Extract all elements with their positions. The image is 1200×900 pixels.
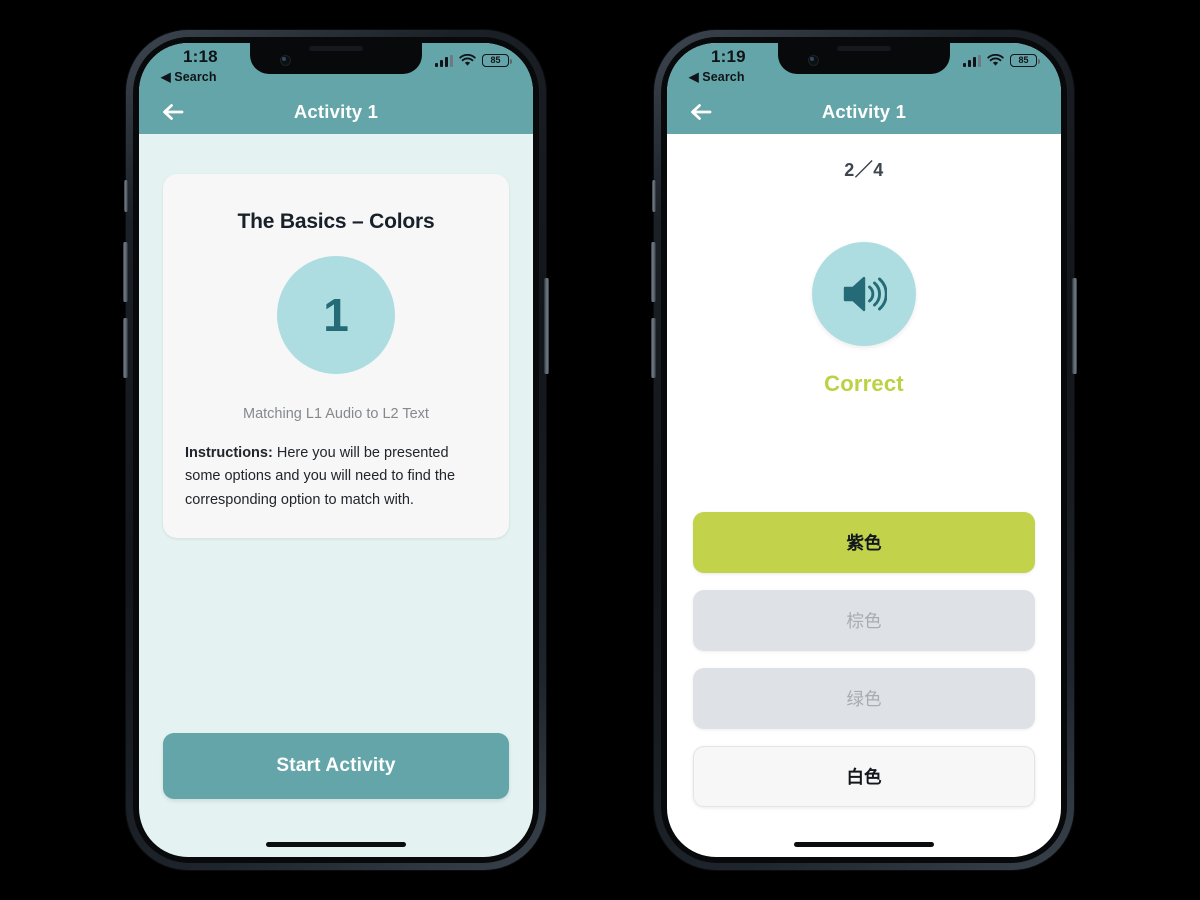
earpiece-speaker-icon: [309, 46, 363, 51]
cellular-bars-icon: [963, 54, 981, 67]
intro-body: The Basics – Colors 1 Matching L1 Audio …: [139, 134, 533, 733]
battery-icon: 85: [1010, 54, 1040, 67]
phone-screen: 1:18 ◀ Search 85 Activity 1 The Basics –…: [139, 43, 533, 857]
speaker-volume-icon[interactable]: [812, 242, 916, 346]
start-activity-button[interactable]: Start Activity: [163, 733, 509, 799]
activity-subtitle: Matching L1 Audio to L2 Text: [243, 406, 429, 422]
volume-up-button[interactable]: [123, 242, 128, 302]
cellular-bars-icon: [435, 54, 453, 67]
back-arrow-icon[interactable]: [685, 96, 717, 128]
battery-level: 85: [490, 55, 501, 65]
device-notch: [250, 43, 422, 74]
mute-switch-button[interactable]: [652, 180, 656, 212]
activity-card: The Basics – Colors 1 Matching L1 Audio …: [163, 174, 509, 539]
volume-down-button[interactable]: [123, 318, 128, 378]
answer-feedback: Correct: [824, 371, 904, 396]
status-back-to-search[interactable]: ◀ Search: [161, 69, 217, 84]
front-camera-icon: [808, 55, 819, 66]
answer-option[interactable]: 白色: [693, 746, 1035, 807]
battery-icon: 85: [482, 54, 512, 67]
volume-down-button[interactable]: [651, 318, 656, 378]
power-button[interactable]: [544, 278, 549, 374]
activity-title: The Basics – Colors: [237, 210, 435, 233]
question-counter: 2／4: [844, 160, 884, 180]
activity-instructions: Instructions: Here you will be presented…: [185, 442, 487, 512]
status-time: 1:18: [183, 47, 218, 66]
home-indicator[interactable]: [266, 842, 406, 847]
answer-option[interactable]: 棕色: [693, 590, 1035, 651]
page-title: Activity 1: [821, 100, 907, 122]
quiz-body: 2／4 Correct 紫色 棕色 绿色 白色: [667, 134, 1061, 857]
home-indicator[interactable]: [794, 842, 934, 847]
answer-option[interactable]: 紫色: [693, 512, 1035, 573]
volume-up-button[interactable]: [651, 242, 656, 302]
nav-bar: Activity 1: [139, 89, 533, 134]
screenshot-stage: 1:18 ◀ Search 85 Activity 1 The Basics –…: [0, 0, 1200, 900]
instructions-label: Instructions:: [185, 445, 273, 461]
answer-option[interactable]: 绿色: [693, 668, 1035, 729]
activity-number-badge: 1: [277, 256, 395, 374]
nav-bar: Activity 1: [667, 89, 1061, 134]
back-arrow-icon[interactable]: [157, 96, 189, 128]
status-indicators: 85: [963, 54, 1040, 67]
screen-content: The Basics – Colors 1 Matching L1 Audio …: [139, 134, 533, 857]
mute-switch-button[interactable]: [124, 180, 128, 212]
battery-level: 85: [1018, 55, 1029, 65]
screen-content: 2／4 Correct 紫色 棕色 绿色 白色: [667, 134, 1061, 857]
phone-intro: 1:18 ◀ Search 85 Activity 1 The Basics –…: [123, 30, 549, 870]
wifi-icon: [459, 54, 476, 66]
power-button[interactable]: [1072, 278, 1077, 374]
front-camera-icon: [280, 55, 291, 66]
phone-quiz: 1:19 ◀ Search 85 Activity 1 2／4 Correct …: [651, 30, 1077, 870]
phone-screen: 1:19 ◀ Search 85 Activity 1 2／4 Correct …: [667, 43, 1061, 857]
status-indicators: 85: [435, 54, 512, 67]
device-notch: [778, 43, 950, 74]
start-button-wrap: Start Activity: [139, 733, 533, 857]
answer-options-list: 紫色 棕色 绿色 白色: [667, 512, 1061, 857]
status-time: 1:19: [711, 47, 746, 66]
status-back-to-search[interactable]: ◀ Search: [689, 69, 745, 84]
earpiece-speaker-icon: [837, 46, 891, 51]
wifi-icon: [987, 54, 1004, 66]
page-title: Activity 1: [293, 100, 379, 122]
